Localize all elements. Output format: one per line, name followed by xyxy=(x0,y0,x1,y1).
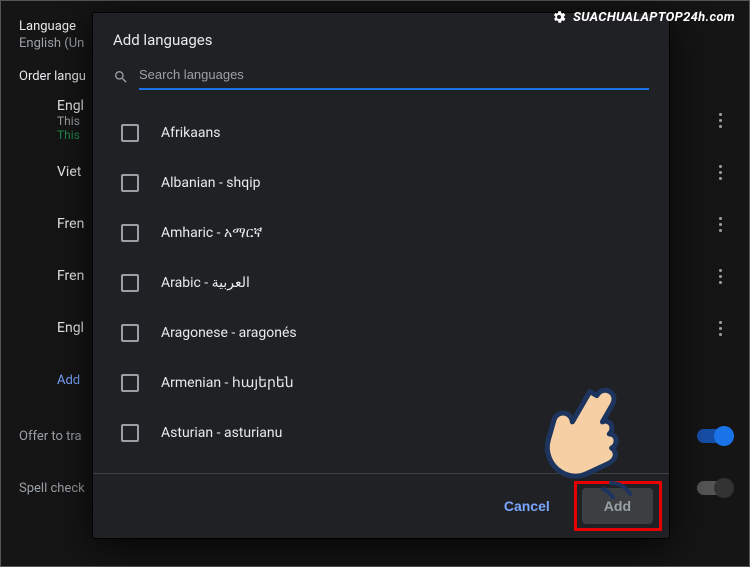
language-option[interactable]: Amharic - አማርኛ xyxy=(115,208,657,258)
language-row-note: This xyxy=(57,114,84,128)
language-option-label: Asturian - asturianu xyxy=(161,425,282,441)
checkbox-icon[interactable] xyxy=(121,224,139,242)
toggle-on-icon[interactable] xyxy=(697,429,731,443)
search-row xyxy=(93,63,669,96)
search-input[interactable] xyxy=(139,63,649,90)
kebab-icon[interactable] xyxy=(709,321,731,336)
language-option-label: Afrikaans xyxy=(161,125,220,141)
screenshot-root: Language English (Un Order langu Engl Th… xyxy=(0,0,750,567)
language-option-label: Albanian - shqip xyxy=(161,175,260,191)
search-icon xyxy=(113,69,129,85)
kebab-icon[interactable] xyxy=(709,113,731,128)
checkbox-icon[interactable] xyxy=(121,274,139,292)
kebab-icon[interactable] xyxy=(709,165,731,180)
checkbox-icon[interactable] xyxy=(121,174,139,192)
checkbox-icon[interactable] xyxy=(121,374,139,392)
checkbox-icon[interactable] xyxy=(121,124,139,142)
language-row-status: This xyxy=(57,128,84,142)
toggle-off-icon[interactable] xyxy=(697,481,731,495)
language-option[interactable]: Aragonese - aragonés xyxy=(115,308,657,358)
language-option[interactable]: Afrikaans xyxy=(115,108,657,158)
kebab-icon[interactable] xyxy=(709,217,731,232)
language-option-label: Amharic - አማርኛ xyxy=(161,225,262,241)
language-row-name: Fren xyxy=(57,216,84,232)
language-option[interactable]: Arabic - العربية xyxy=(115,258,657,308)
language-row-name: Engl xyxy=(57,320,84,336)
language-row-name: Viet xyxy=(57,164,81,180)
language-option[interactable]: Albanian - shqip xyxy=(115,158,657,208)
language-option-label: Aragonese - aragonés xyxy=(161,325,297,341)
language-option-label: Armenian - հայերեն xyxy=(161,375,294,391)
spell-check-label: Spell check xyxy=(19,481,85,496)
language-row-name: Fren xyxy=(57,268,84,284)
watermark-text: SUACHUALAPTOP24h.com xyxy=(573,10,735,25)
add-languages-link[interactable]: Add xyxy=(57,373,80,388)
language-row-name: Engl xyxy=(57,98,84,114)
pointer-hand-icon xyxy=(541,379,651,499)
checkbox-icon[interactable] xyxy=(121,324,139,342)
watermark: SUACHUALAPTOP24h.com xyxy=(551,9,735,25)
offer-translate-label: Offer to tra xyxy=(19,429,82,444)
kebab-icon[interactable] xyxy=(709,269,731,284)
language-option-label: Arabic - العربية xyxy=(161,275,250,291)
gear-icon xyxy=(551,9,567,25)
checkbox-icon[interactable] xyxy=(121,424,139,442)
